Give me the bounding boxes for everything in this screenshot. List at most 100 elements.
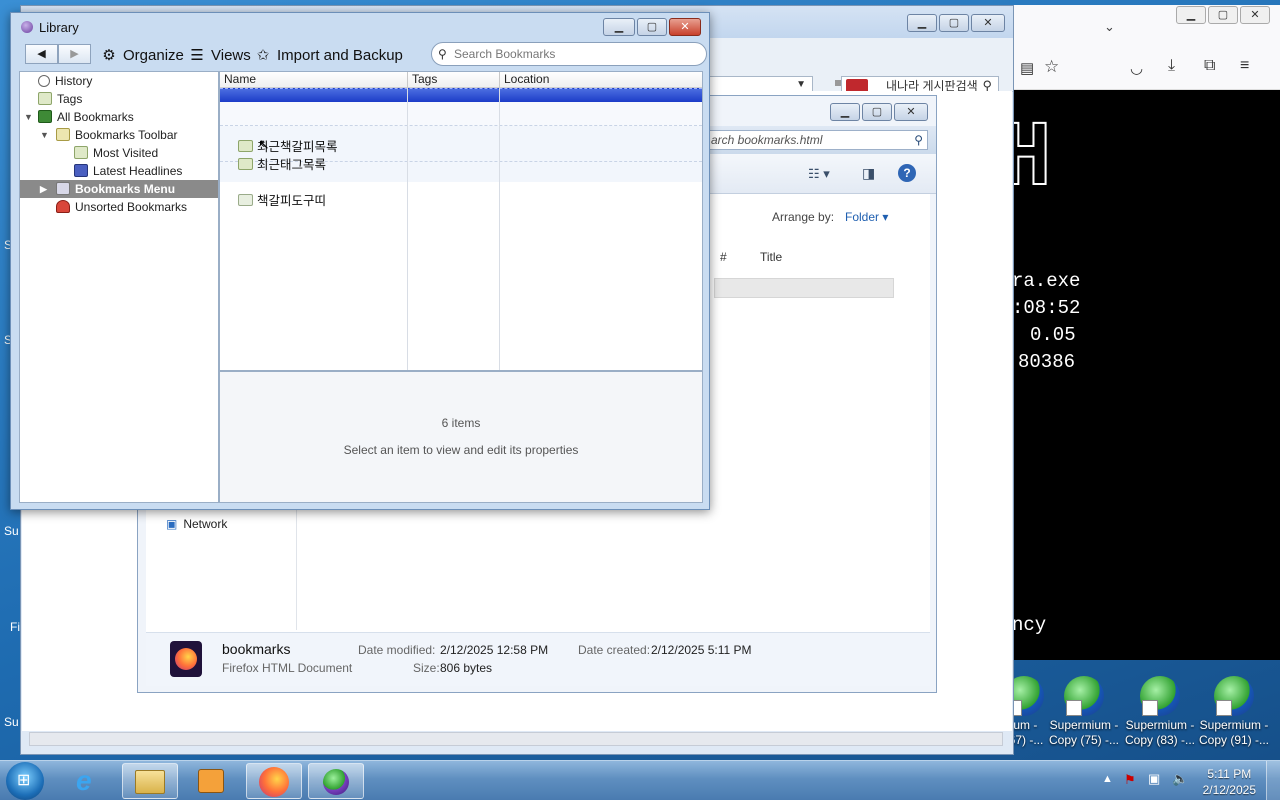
taskbar-media[interactable] xyxy=(184,763,240,799)
column-location[interactable]: Location xyxy=(500,72,702,88)
desktop-shortcut[interactable]: Supermium - Copy (75) -... xyxy=(1048,676,1120,748)
tree-item-tags[interactable]: Tags xyxy=(20,90,218,108)
desktop-shortcut[interactable]: Supermium - Copy (83) -... xyxy=(1124,676,1196,748)
menu-folder-icon xyxy=(56,182,70,195)
column-title[interactable]: Title xyxy=(760,250,782,264)
column-name[interactable]: Name xyxy=(220,72,408,88)
maximize-button[interactable]: ▢ xyxy=(939,14,969,32)
maximize-button[interactable]: ▢ xyxy=(637,18,667,36)
pocket-icon[interactable]: ◡ xyxy=(1130,59,1143,77)
file-row[interactable] xyxy=(714,278,894,298)
expand-triangle-icon[interactable]: ▼ xyxy=(24,108,33,126)
import-backup-label: Import and Backup xyxy=(277,47,403,64)
taskbar-ie[interactable]: e xyxy=(64,763,120,799)
tree-item-bookmarks-menu[interactable]: ▶ Bookmarks Menu xyxy=(20,180,218,198)
help-icon[interactable]: ? xyxy=(898,164,916,182)
arrange-dropdown[interactable]: Folder ▾ xyxy=(845,210,888,224)
organize-menu[interactable]: ⚙ Organize xyxy=(101,46,184,64)
rss-feed-icon xyxy=(74,164,88,177)
bookmarks-book-icon xyxy=(38,110,52,123)
start-button[interactable]: ⊞ xyxy=(6,762,44,800)
extensions-icon[interactable]: ⧉ xyxy=(1204,57,1215,75)
list-item[interactable]: 최근책갈피목록 xyxy=(238,136,338,155)
expand-triangle-icon[interactable]: ▼ xyxy=(40,126,49,144)
system-clock[interactable]: 5:11 PM 2/12/2025 xyxy=(1203,766,1256,798)
tree-item-all-bookmarks[interactable]: ▼ All Bookmarks xyxy=(20,108,218,126)
column-headers: # Title xyxy=(714,250,894,268)
close-button[interactable]: ✕ xyxy=(669,18,701,36)
explorer-search-input[interactable]: arch bookmarks.html ⚲ xyxy=(706,130,928,150)
details-hint: Select an item to view and edit its prop… xyxy=(343,443,579,457)
tray-expand-icon[interactable]: ▲ xyxy=(1102,773,1113,785)
shortcut-label: Supermium - xyxy=(1199,718,1269,732)
taskbar-explorer[interactable] xyxy=(122,763,178,799)
import-backup-menu[interactable]: ✩ Import and Backup xyxy=(255,46,403,64)
search-icon[interactable]: ⚲ xyxy=(914,131,923,149)
tree-item-latest-headlines[interactable]: Latest Headlines xyxy=(20,162,218,180)
maximize-button[interactable]: ▢ xyxy=(1208,6,1238,24)
forward-button[interactable]: ▶ xyxy=(58,44,91,64)
views-menu[interactable]: ☰ Views xyxy=(189,46,251,64)
firefox-icon xyxy=(259,767,289,797)
tree-item-history[interactable]: History xyxy=(20,72,218,90)
clock-date: 2/12/2025 xyxy=(1202,783,1256,797)
date-modified-label: Date modified: xyxy=(358,643,436,657)
terminal-window: SH ra.exe :08:52 0.05 80386 ncy xyxy=(941,90,1280,660)
minimize-button[interactable]: ▁ xyxy=(907,14,937,32)
close-button[interactable]: ✕ xyxy=(894,103,928,121)
window-title: Library xyxy=(39,20,79,35)
column-number[interactable]: # xyxy=(720,250,727,264)
terminal-line: 80386 xyxy=(1018,351,1076,373)
supermium-icon xyxy=(1064,676,1104,716)
taskbar-firefox[interactable] xyxy=(246,763,302,799)
expand-triangle-icon[interactable]: ▶ xyxy=(40,180,47,198)
minimize-button[interactable]: ▁ xyxy=(603,18,635,36)
minimize-button[interactable]: ▁ xyxy=(1176,6,1206,24)
unsorted-folder-icon xyxy=(56,200,70,213)
preview-pane-icon[interactable]: ◨ xyxy=(862,165,875,182)
chevron-down-icon[interactable]: ▼ xyxy=(796,79,806,90)
bookmark-star-icon[interactable]: ☆ xyxy=(1044,57,1059,77)
minimize-button[interactable]: ▁ xyxy=(830,103,860,121)
tree-item-unsorted-bookmarks[interactable]: Unsorted Bookmarks xyxy=(20,198,218,216)
network-tray-icon[interactable]: ▣ xyxy=(1148,771,1160,787)
tree-item-bookmarks-toolbar[interactable]: ▼ Bookmarks Toolbar xyxy=(20,126,218,144)
volume-muted-icon[interactable]: 🔈 xyxy=(1172,771,1188,787)
reader-view-icon[interactable]: ▤ xyxy=(1020,59,1034,77)
chevron-down-icon[interactable]: ⌄ xyxy=(1104,19,1115,35)
view-options-icon[interactable]: ☷ ▾ xyxy=(808,166,830,182)
selected-separator-row[interactable] xyxy=(220,88,702,102)
desktop-edge-label: Fi xyxy=(10,620,20,634)
views-label: Views xyxy=(211,47,251,64)
back-button[interactable]: ◀ xyxy=(25,44,58,64)
status-bar xyxy=(29,732,1003,746)
taskbar-library[interactable] xyxy=(308,763,364,799)
divider xyxy=(296,510,297,630)
close-button[interactable]: ✕ xyxy=(1240,6,1270,24)
show-desktop-button[interactable] xyxy=(1266,761,1280,800)
toolbar-folder-icon xyxy=(56,128,70,141)
taskbar: ⊞ e ▲ ⚑ ▣ 🔈 5:11 PM 2/12/2025 xyxy=(0,760,1280,800)
list-item[interactable]: 책갈피도구띠 xyxy=(238,190,326,209)
search-bookmarks-input[interactable]: ⚲ Search Bookmarks xyxy=(431,42,707,66)
desktop-shortcut[interactable]: Supermium - Copy (91) -... xyxy=(1198,676,1270,748)
search-placeholder: arch bookmarks.html xyxy=(711,133,823,147)
column-tags[interactable]: Tags xyxy=(408,72,500,88)
close-button[interactable]: ✕ xyxy=(971,14,1005,32)
tree-item-most-visited[interactable]: Most Visited xyxy=(20,144,218,162)
nav-network[interactable]: ▣ Network xyxy=(166,517,227,531)
back-arrow-icon: ◀ xyxy=(37,48,46,60)
download-icon[interactable]: ⤓ xyxy=(1168,57,1175,75)
menu-icon[interactable]: ≡ xyxy=(1240,57,1249,75)
list-item[interactable]: 최근태그목록 xyxy=(238,154,326,173)
firefox-file-icon xyxy=(170,641,202,677)
chevron-down-icon: ▾ xyxy=(882,210,889,224)
clock-icon xyxy=(38,75,50,87)
supermium-icon xyxy=(323,769,349,795)
action-center-icon[interactable]: ⚑ xyxy=(1124,772,1136,788)
separator-row[interactable] xyxy=(220,102,702,126)
library-toolbar: ◀ ▶ ⚙ Organize ☰ Views ✩ Import and Backup … xyxy=(21,40,711,70)
arrange-value: Folder xyxy=(845,210,880,224)
desktop-edge-label: Su xyxy=(4,524,19,538)
maximize-button[interactable]: ▢ xyxy=(862,103,892,121)
